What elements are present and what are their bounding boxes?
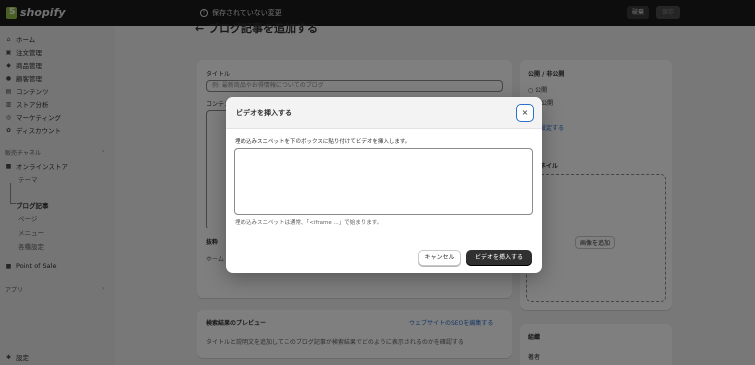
cancel-button[interactable]: キャンセル — [418, 250, 461, 266]
modal-header: ビデオを挿入する × — [226, 97, 542, 129]
modal-description: 埋め込みスニペットを下のボックスに貼り付けてビデオを挿入します。 — [235, 139, 411, 145]
insert-video-modal: ビデオを挿入する × 埋め込みスニペットを下のボックスに貼り付けてビデオを挿入し… — [226, 97, 542, 273]
close-button[interactable]: × — [516, 104, 534, 122]
insert-video-button[interactable]: ビデオを挿入する — [466, 250, 532, 266]
modal-title: ビデオを挿入する — [236, 109, 292, 117]
close-icon: × — [521, 108, 529, 117]
embed-code-textarea[interactable] — [234, 148, 533, 215]
modal-help-text: 埋め込みスニペットは通常、「<iframe ...」で始まります。 — [235, 220, 383, 226]
